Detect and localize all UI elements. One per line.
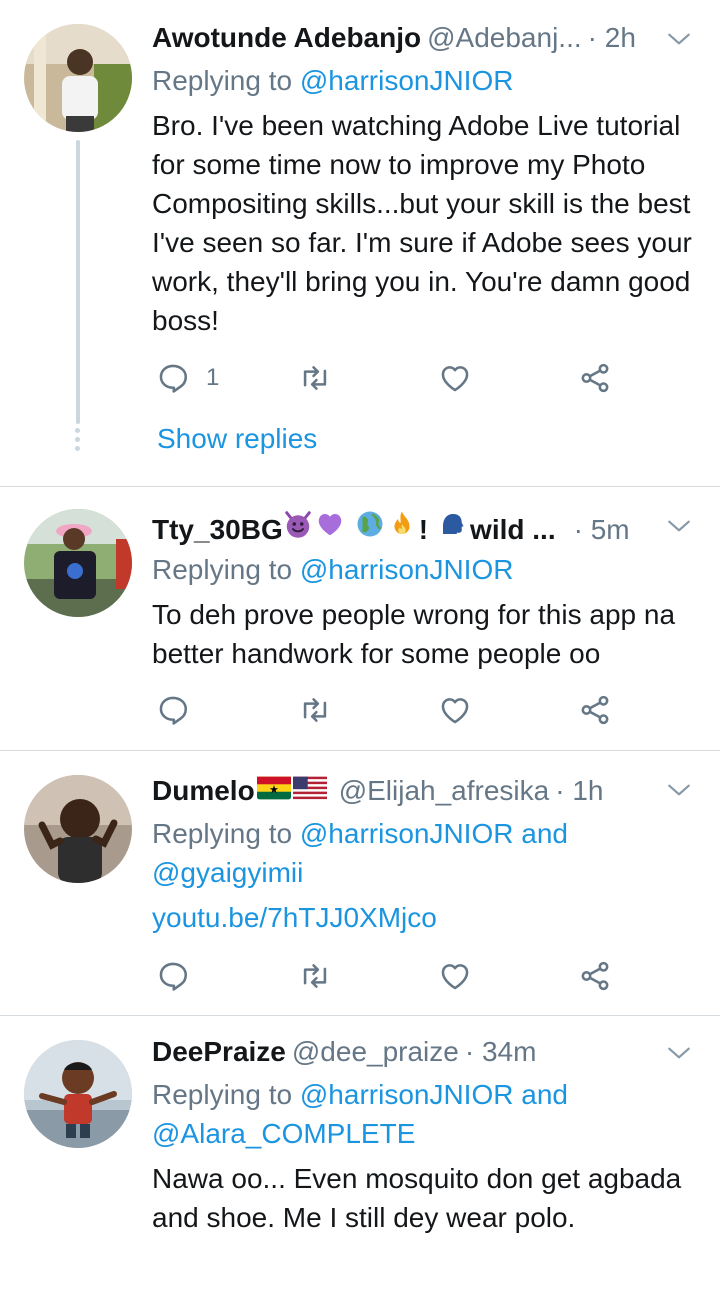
usa-flag-icon (292, 776, 327, 800)
share-icon (581, 363, 609, 393)
timestamp[interactable]: · 5m (574, 514, 630, 545)
share-button[interactable] (578, 956, 612, 996)
avatar-image (24, 24, 132, 132)
replying-to: Replying to @harrisonJNIOR and @Alara_CO… (152, 1075, 700, 1153)
display-name[interactable]: Dumelo (152, 775, 255, 807)
reply-icon (159, 696, 188, 725)
avatar-image (24, 1040, 132, 1148)
timestamp[interactable]: · 2h (588, 22, 636, 54)
fire-emoji-icon (394, 511, 410, 534)
share-icon (581, 695, 609, 725)
tweet-text: Bro. I've been watching Adobe Live tutor… (152, 110, 692, 336)
avatar-image (24, 775, 132, 883)
share-button[interactable] (578, 358, 612, 398)
ghana-flag-icon (256, 776, 291, 800)
tweet-text: To deh prove people wrong for this app n… (152, 599, 676, 669)
like-button[interactable] (438, 358, 472, 398)
chevron-down-icon[interactable] (666, 1040, 692, 1066)
tweet-actions (152, 690, 622, 730)
tweet-text: Nawa oo... Even mosquito don get agbada … (152, 1163, 682, 1233)
chevron-down-icon[interactable] (666, 26, 692, 52)
replying-and: and (521, 818, 568, 849)
display-name[interactable]: Tty_30BG (152, 514, 283, 545)
tweet-header: Tty_30BG ! wild ... · 5m (152, 509, 650, 545)
tweet-link[interactable]: youtu.be/7hTJJ0XMjco (152, 902, 437, 933)
replying-to: Replying to @harrisonJNIOR (152, 61, 700, 100)
avatar[interactable] (24, 24, 132, 132)
thread-dots (75, 428, 81, 455)
heart-icon (441, 964, 469, 990)
reply-button[interactable] (156, 956, 190, 996)
chevron-down-icon[interactable] (666, 777, 692, 803)
retweet-button[interactable] (298, 690, 332, 730)
like-button[interactable] (438, 956, 472, 996)
share-icon (581, 961, 609, 991)
avatar[interactable] (24, 775, 132, 883)
tweet-2[interactable]: Tty_30BG ! wild ... · 5m Replying to @ha… (0, 487, 720, 751)
mention-link[interactable]: @harrisonJNIOR (300, 65, 514, 96)
avatar[interactable] (24, 509, 132, 617)
reply-count: 1 (206, 364, 220, 391)
replying-label: Replying to (152, 1079, 293, 1110)
user-handle[interactable]: @Adebanj... (427, 22, 582, 54)
tweet-text: youtu.be/7hTJJ0XMjco (152, 898, 700, 937)
user-handle[interactable]: @dee_praize (292, 1036, 459, 1068)
reply-icon (159, 962, 188, 991)
share-button[interactable] (578, 690, 612, 730)
replying-to: Replying to @harrisonJNIOR (152, 550, 700, 589)
mention-link[interactable]: @Alara_COMPLETE (152, 1118, 415, 1149)
display-name-suffix: ! (418, 514, 429, 545)
heart-icon (441, 366, 469, 392)
speaking-head-emoji-icon (443, 514, 464, 534)
tweet-header: Dumelo @Elijah_afresika · 1h (152, 775, 650, 811)
thread-line (76, 140, 80, 424)
heart-icon (441, 698, 469, 724)
retweet-button[interactable] (298, 956, 332, 996)
tweet-header: Awotunde Adebanjo @Adebanj... · 2h (152, 22, 650, 58)
tweet-3[interactable]: Dumelo @Elijah_afresika · 1h Replying to… (0, 751, 720, 1016)
purple-heart-emoji-icon (318, 514, 341, 536)
tweet-header: DeePraize @dee_praize · 34m (152, 1036, 650, 1072)
replying-label: Replying to (152, 65, 293, 96)
timestamp[interactable]: · 34m (465, 1036, 537, 1068)
reply-icon (159, 364, 188, 393)
display-name-tail: wild ... (470, 514, 556, 545)
replying-and: and (521, 1079, 568, 1110)
mention-link[interactable]: @gyaigyimii (152, 857, 303, 888)
globe-emoji-icon (357, 511, 383, 537)
retweet-icon (303, 366, 327, 390)
tweet-actions: 1 (152, 358, 622, 398)
tweet-1[interactable]: Awotunde Adebanjo @Adebanj... · 2h Reply… (0, 0, 720, 487)
avatar-image (24, 509, 132, 617)
retweet-icon (303, 698, 327, 722)
display-name[interactable]: DeePraize (152, 1036, 286, 1068)
tweet-actions (152, 956, 622, 996)
tweet-4[interactable]: DeePraize @dee_praize · 34m Replying to … (0, 1016, 720, 1295)
avatar[interactable] (24, 1040, 132, 1148)
replying-label: Replying to (152, 554, 293, 585)
retweet-button[interactable] (298, 358, 332, 398)
retweet-icon (303, 964, 327, 988)
chevron-down-icon[interactable] (666, 513, 692, 539)
mention-link[interactable]: @harrisonJNIOR (300, 818, 514, 849)
replying-label: Replying to (152, 818, 293, 849)
display-name[interactable]: Awotunde Adebanjo (152, 22, 421, 54)
show-replies-link[interactable]: Show replies (157, 423, 317, 455)
reply-button[interactable]: 1 (156, 358, 219, 398)
user-handle[interactable]: @Elijah_afresika (339, 775, 550, 807)
like-button[interactable] (438, 690, 472, 730)
mention-link[interactable]: @harrisonJNIOR (300, 554, 514, 585)
reply-button[interactable] (156, 690, 190, 730)
timestamp[interactable]: · 1h (555, 775, 603, 807)
smiling-devil-emoji-icon (284, 511, 311, 538)
mention-link[interactable]: @harrisonJNIOR (300, 1079, 514, 1110)
replying-to: Replying to @harrisonJNIOR and @gyaigyim… (152, 814, 700, 892)
